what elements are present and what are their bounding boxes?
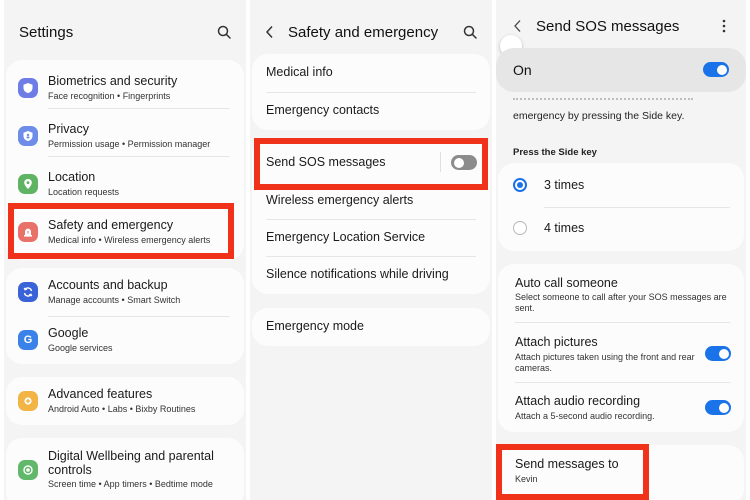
highlight-box	[8, 203, 234, 259]
highlight-box	[496, 444, 649, 500]
radio-unselected[interactable]	[513, 221, 527, 235]
item-subtitle: Location requests	[48, 187, 120, 197]
safety-card-info: Medical info Emergency contacts	[252, 54, 490, 130]
item-title: Attach pictures	[515, 335, 598, 349]
sos-options-card: Auto call someone Select someone to call…	[498, 264, 744, 432]
press-options-card: 3 times 4 times	[498, 163, 744, 251]
master-switch-label: On	[513, 62, 532, 78]
search-icon[interactable]	[214, 22, 234, 42]
master-switch-bar[interactable]: On	[496, 48, 746, 92]
settings-item-biometrics[interactable]: Biometrics and security Face recognition…	[6, 64, 244, 112]
radio-option-3-times[interactable]: 3 times	[498, 163, 744, 207]
item-title: Google	[48, 326, 89, 340]
item-title: Biometrics and security	[48, 74, 178, 88]
shield-icon	[18, 78, 38, 98]
radio-label: 3 times	[544, 178, 585, 192]
menu-label: Emergency Location Service	[266, 230, 426, 244]
item-subtitle: Select someone to call after your SOS me…	[515, 292, 727, 313]
menu-label: Emergency contacts	[266, 103, 380, 117]
settings-item-accounts[interactable]: Accounts and backup Manage accounts • Sm…	[6, 268, 244, 316]
sync-icon	[18, 282, 38, 302]
sos-header: Send SOS messages	[496, 0, 746, 44]
settings-item-location[interactable]: Location Location requests	[6, 160, 244, 208]
divider	[48, 108, 230, 109]
menu-label: Emergency mode	[266, 319, 364, 333]
attach-pictures-toggle[interactable]	[705, 346, 731, 361]
menu-item-emergency-mode[interactable]: Emergency mode	[252, 308, 490, 346]
item-subtitle: Android Auto • Labs • Bixby Routines	[48, 404, 196, 414]
item-subtitle: Attach pictures taken using the front an…	[515, 352, 695, 373]
radio-option-4-times[interactable]: 4 times	[498, 207, 744, 251]
safety-panel: Safety and emergency Medical info Emerge…	[250, 0, 492, 500]
settings-panel: Settings Biometrics and security Face re…	[4, 0, 246, 500]
attach-pictures-item[interactable]: Attach pictures Attach pictures taken us…	[498, 322, 744, 382]
item-subtitle: Attach a 5-second audio recording.	[515, 411, 655, 421]
gear-plus-icon	[18, 391, 38, 411]
item-subtitle: Face recognition • Fingerprints	[48, 91, 171, 101]
settings-card-accounts: Accounts and backup Manage accounts • Sm…	[6, 268, 244, 364]
menu-item-medical-info[interactable]: Medical info	[252, 54, 490, 92]
settings-card-wellbeing: Digital Wellbeing and parental controls …	[6, 438, 244, 500]
master-toggle[interactable]	[703, 62, 729, 77]
privacy-shield-icon	[18, 126, 38, 146]
safety-card-mode: Emergency mode	[252, 308, 490, 346]
item-subtitle: Screen time • App timers • Bedtime mode	[48, 479, 213, 489]
location-pin-icon	[18, 174, 38, 194]
menu-item-location-service[interactable]: Emergency Location Service	[252, 219, 490, 257]
item-title: Auto call someone	[515, 276, 618, 290]
radio-label: 4 times	[544, 221, 585, 235]
sos-panel: Send SOS messages On emergency by pressi…	[496, 0, 746, 500]
search-icon[interactable]	[460, 22, 480, 42]
settings-item-advanced[interactable]: Advanced features Android Auto • Labs • …	[6, 377, 244, 425]
item-title: Advanced features	[48, 387, 153, 401]
menu-label: Wireless emergency alerts	[266, 193, 414, 207]
safety-header: Safety and emergency	[250, 0, 492, 60]
settings-item-privacy[interactable]: Privacy Permission usage • Permission ma…	[6, 112, 244, 160]
more-vertical-icon[interactable]	[714, 16, 734, 36]
item-title: Privacy	[48, 122, 89, 136]
wellbeing-icon	[18, 460, 38, 480]
page-title: Send SOS messages	[536, 18, 680, 35]
highlight-box	[254, 138, 488, 190]
page-title: Settings	[19, 24, 74, 41]
item-subtitle: Google services	[48, 343, 113, 353]
section-header: Press the Side key	[513, 147, 597, 158]
radio-selected[interactable]	[513, 178, 527, 192]
settings-card-advanced: Advanced features Android Auto • Labs • …	[6, 377, 244, 425]
description-text: emergency by pressing the Side key.	[513, 110, 685, 122]
menu-label: Medical info	[266, 65, 333, 79]
menu-item-silence-driving[interactable]: Silence notifications while driving	[252, 256, 490, 294]
item-subtitle: Permission usage • Permission manager	[48, 139, 211, 149]
settings-header: Settings	[4, 0, 246, 60]
auto-call-item[interactable]: Auto call someone Select someone to call…	[498, 264, 744, 322]
settings-item-wellbeing[interactable]: Digital Wellbeing and parental controls …	[6, 438, 244, 500]
attach-audio-item[interactable]: Attach audio recording Attach a 5-second…	[498, 382, 744, 432]
chevron-left-icon[interactable]	[508, 16, 528, 36]
menu-label: Silence notifications while driving	[266, 267, 449, 281]
item-title: Attach audio recording	[515, 394, 641, 408]
chevron-left-icon[interactable]	[260, 22, 280, 42]
description-cutoff	[513, 98, 693, 102]
item-title: Accounts and backup	[48, 278, 168, 292]
settings-item-google[interactable]: G Google Google services	[6, 316, 244, 364]
menu-item-emergency-contacts[interactable]: Emergency contacts	[252, 92, 490, 130]
item-title: Digital Wellbeing and parental controls	[48, 449, 214, 477]
item-title: Location	[48, 170, 96, 184]
divider	[48, 156, 230, 157]
attach-audio-toggle[interactable]	[705, 400, 731, 415]
google-icon: G	[18, 330, 38, 350]
item-subtitle: Manage accounts • Smart Switch	[48, 295, 181, 305]
page-title: Safety and emergency	[288, 24, 439, 41]
